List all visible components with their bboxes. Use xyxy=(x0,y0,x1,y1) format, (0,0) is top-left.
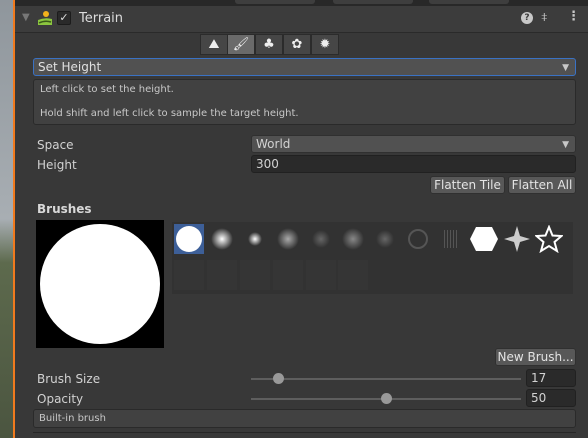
brush-hexagon[interactable] xyxy=(469,224,499,254)
help-line-1: Left click to set the height. xyxy=(40,84,174,95)
flatten-all-button[interactable]: Flatten All xyxy=(508,176,576,194)
paint-trees-tool[interactable]: ♣ xyxy=(255,34,283,55)
panel-focus-border xyxy=(13,0,15,438)
space-value: World xyxy=(256,137,291,151)
terrain-settings-tool[interactable]: ✹ xyxy=(311,34,339,55)
paint-details-tool[interactable]: ✿ xyxy=(283,34,311,55)
paint-terrain-tool[interactable]: 🖌 xyxy=(227,34,255,55)
chevron-down-icon: ▼ xyxy=(562,140,569,150)
brush-size-label: Brush Size xyxy=(37,372,101,386)
opacity-slider-thumb[interactable] xyxy=(381,393,392,404)
settings-icon: ✹ xyxy=(319,37,331,52)
opacity-label: Opacity xyxy=(37,392,84,406)
help-line-2: Hold shift and left click to sample the … xyxy=(40,108,299,119)
brush-size-slider[interactable] xyxy=(251,373,521,384)
brush-size-field[interactable]: 17 xyxy=(526,369,576,387)
brush-custom-5[interactable] xyxy=(306,260,336,290)
brush-soft-large[interactable] xyxy=(207,224,237,254)
brush-description: Built-in brush xyxy=(33,409,576,428)
brush-sparkle[interactable] xyxy=(502,224,532,254)
brush-star[interactable] xyxy=(534,224,564,254)
enabled-checkbox[interactable]: ✓ xyxy=(57,11,71,25)
space-label: Space xyxy=(37,138,74,152)
help-icon[interactable]: ? xyxy=(521,12,533,24)
brush-custom-4[interactable] xyxy=(273,260,303,290)
details-icon: ✿ xyxy=(291,37,303,52)
tool-dropdown[interactable]: Set Height ▼ xyxy=(33,58,576,76)
brush-circle-hard[interactable] xyxy=(174,224,204,254)
brush-crack[interactable] xyxy=(403,224,433,254)
brush-custom-6[interactable] xyxy=(338,260,368,290)
brushes-label: Brushes xyxy=(37,202,92,216)
opacity-slider[interactable] xyxy=(251,393,521,404)
brush-soft-small[interactable] xyxy=(240,224,270,254)
brush-custom-1[interactable] xyxy=(174,260,204,290)
brush-custom-2[interactable] xyxy=(207,260,237,290)
terrain-icon xyxy=(37,10,53,26)
preset-icon[interactable]: ⧧ xyxy=(541,10,548,25)
opacity-field[interactable]: 50 xyxy=(526,389,576,407)
brush-cloud[interactable] xyxy=(273,224,303,254)
flatten-tile-button[interactable]: Flatten Tile xyxy=(430,176,505,194)
new-brush-button[interactable]: New Brush... xyxy=(495,348,576,366)
brush-noise-3[interactable] xyxy=(370,224,400,254)
raise-terrain-tool[interactable]: ⛰ xyxy=(200,34,228,55)
brush-preview xyxy=(36,220,164,348)
help-box: Left click to set the height. Hold shift… xyxy=(33,79,576,125)
brush-noise-1[interactable] xyxy=(306,224,336,254)
space-dropdown[interactable]: World ▼ xyxy=(251,135,576,153)
raise-terrain-icon: ⛰ xyxy=(208,37,220,52)
brush-custom-3[interactable] xyxy=(240,260,270,290)
brush-streaks[interactable] xyxy=(436,224,466,254)
height-field[interactable]: 300 xyxy=(251,155,576,173)
scene-view-edge xyxy=(0,0,13,438)
brush-size-slider-thumb[interactable] xyxy=(273,373,284,384)
brush-noise-2[interactable] xyxy=(338,224,368,254)
height-label: Height xyxy=(37,158,77,172)
component-header[interactable]: ▼ ✓ Terrain ? ⧧ ⋮ xyxy=(15,6,588,33)
brush-grid[interactable] xyxy=(172,222,573,294)
tool-dropdown-value: Set Height xyxy=(38,60,102,74)
chevron-down-icon: ▼ xyxy=(562,63,569,73)
more-icon[interactable]: ⋮ xyxy=(567,9,580,24)
divider xyxy=(33,432,576,433)
component-title: Terrain xyxy=(79,11,124,26)
foldout-arrow-icon[interactable]: ▼ xyxy=(22,12,30,23)
trees-icon: ♣ xyxy=(263,37,275,52)
paint-brush-icon: 🖌 xyxy=(232,37,250,52)
